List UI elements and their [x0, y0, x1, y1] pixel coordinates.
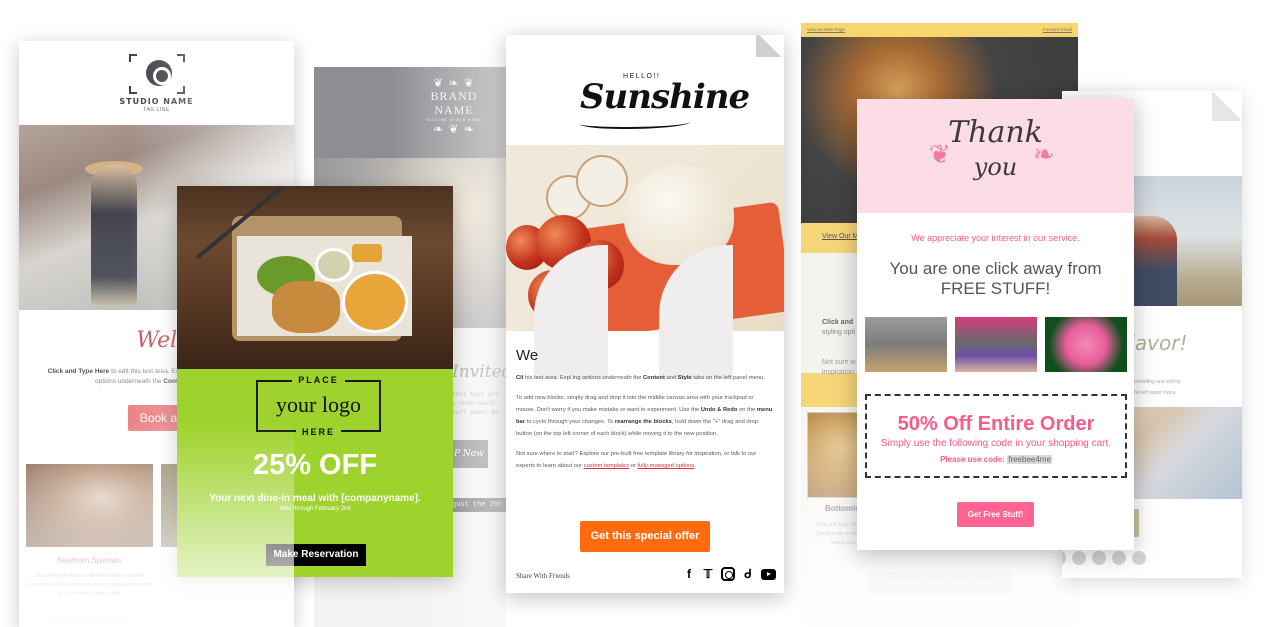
youtube-icon[interactable] [761, 568, 776, 580]
newborn-specials-title: Newborn Specials [57, 556, 122, 565]
pink-sneakers-image [1045, 317, 1127, 372]
logo-placeholder: PLACE your logo HERE [256, 375, 381, 437]
brand-logo: ❦ ❧ ❦ BRAND NAME TAGLINE SPACE HERE ❧ ❦ … [409, 77, 499, 135]
fully-managed-link[interactable]: fully-managed options [638, 463, 695, 469]
coupon-box: 50% Off Entire Order Simply use the foll… [865, 394, 1127, 478]
fish-and-chips-image [177, 186, 453, 369]
thank-you-header: ❦ ❧ Thank you [857, 99, 1134, 213]
brand-date-bar: gust the 20t [452, 498, 506, 512]
welcome-heading: We [516, 347, 539, 364]
twitter-icon[interactable]: 𝕋 [702, 567, 714, 581]
offer-headline: 25% OFF [252, 449, 378, 481]
template-card-restaurant[interactable]: PLACE your logo HERE 25% OFF Your next d… [177, 186, 453, 577]
paragraph-1: Cli his text area. Expl ing options unde… [516, 375, 765, 381]
instagram-icon[interactable] [721, 567, 735, 581]
custom-templates-link[interactable]: custom templates [584, 463, 629, 469]
pinterest-icon[interactable]: ᑯ [742, 567, 754, 581]
template-card-sunshine[interactable]: HELLO!! Sunshine We Cli his text area. E… [506, 35, 784, 593]
special-offer-button[interactable]: Get this special offer [580, 521, 710, 552]
invited-heading: Invited [452, 362, 506, 382]
brand-header: ❦ ❧ ❦ BRAND NAME TAGLINE SPACE HERE ❧ ❦ … [314, 67, 506, 158]
brand-body-text: this text are s underneath left panel me [452, 391, 499, 416]
studio-logo: STUDIO NAME TAG LINE [19, 41, 294, 125]
offer-subtitle: Your next dine-in meal with [companyname… [209, 493, 421, 504]
camera-icon [129, 54, 185, 94]
sunshine-logo: HELLO!! Sunshine [506, 35, 784, 145]
facebook-icon[interactable] [1062, 551, 1066, 565]
twitter-icon[interactable] [1072, 551, 1086, 565]
view-web-page-link[interactable]: View as Web Page [807, 27, 845, 32]
gray-sneakers-image [865, 317, 947, 372]
bottomless-title: Bottomle [825, 504, 860, 513]
youtube-icon[interactable] [1132, 551, 1146, 565]
kids-shoes-image [955, 317, 1037, 372]
coupon-subtitle: Simply use the following code in your sh… [880, 438, 1112, 449]
ornament-icon: ❦ ❧ ❦ [433, 76, 475, 90]
offer-date: Now through February 2nd [279, 506, 351, 512]
coupon-title: 50% Off Entire Order [897, 413, 1095, 435]
facebook-icon[interactable]: f [683, 567, 695, 581]
reserve-table-button[interactable]: Reserve your table now [867, 572, 1012, 594]
template-showcase: STUDIO NAME TAG LINE Welcome Click and T… [0, 0, 1267, 627]
instagram-icon[interactable] [1092, 551, 1106, 565]
newborn-button[interactable] [52, 616, 126, 626]
pinterest-icon[interactable] [1112, 551, 1126, 565]
make-reservation-button[interactable]: Make Reservation [266, 544, 366, 566]
get-free-stuff-button[interactable]: Get Free Stuff! [957, 502, 1034, 527]
coupon-code[interactable]: freebee4me [1007, 455, 1052, 464]
teapot-image [506, 145, 784, 331]
ornament-icon: ❧ ❦ ❧ [433, 122, 475, 136]
paragraph-3: Not sure where to start? Explore our pre… [516, 451, 757, 469]
coupon-code-line: Please use code: freebee4me [940, 455, 1052, 464]
social-icons: f 𝕋 ᑯ [683, 567, 776, 581]
paragraph-2: To add new blocks, simply drag and drop … [516, 395, 773, 437]
template-card-thank-you[interactable]: ❦ ❧ Thank you We appreciate your interes… [857, 99, 1134, 550]
forward-email-link[interactable]: Forward Email [1043, 27, 1072, 32]
page-fold [1212, 91, 1242, 121]
studio-tagline: TAG LINE [143, 107, 170, 113]
social-icons [1062, 551, 1146, 565]
view-menu-link[interactable]: View Our M [822, 233, 858, 240]
rsvp-button[interactable]: P Now [452, 440, 488, 468]
newborn-specials-text: Click and Type Here to edit this text ar… [27, 573, 152, 597]
studio-name: STUDIO NAME [119, 97, 194, 106]
appreciate-text: We appreciate your interest in our servi… [911, 233, 1080, 243]
free-stuff-headline: You are one click away from FREE STUFF! [889, 259, 1102, 298]
share-label: Share With Friends [516, 572, 571, 580]
newborn-image [26, 464, 153, 547]
